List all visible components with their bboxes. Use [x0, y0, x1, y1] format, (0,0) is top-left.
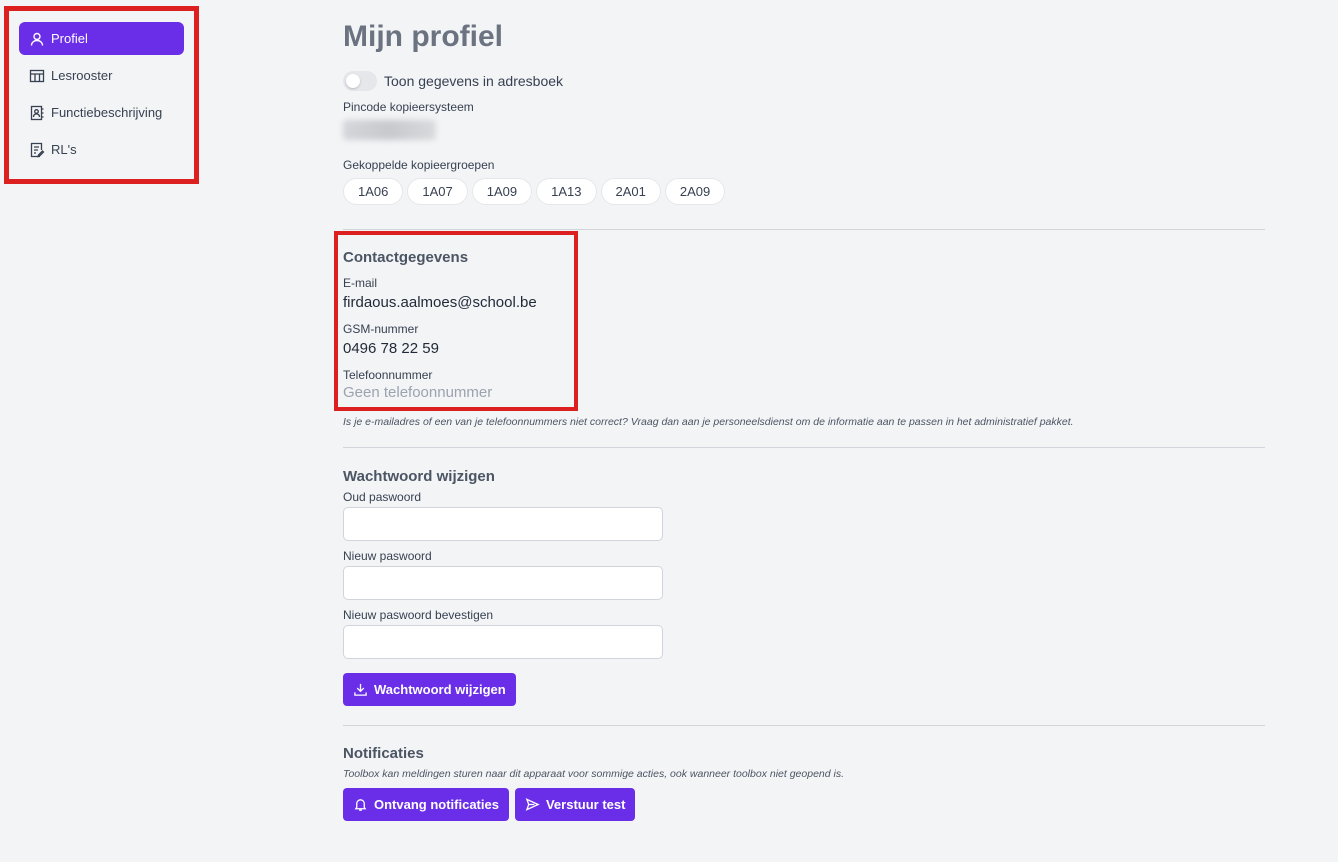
download-icon — [354, 683, 367, 696]
confirm-password-label: Nieuw paswoord bevestigen — [343, 608, 494, 622]
contact-book-icon — [29, 105, 45, 121]
addressbook-toggle-row: Toon gegevens in adresboek — [343, 71, 1265, 91]
new-password-input[interactable] — [343, 566, 663, 600]
divider — [343, 229, 1265, 230]
copy-group-chip: 1A09 — [471, 178, 533, 205]
pin-value-blurred — [343, 120, 436, 140]
table-icon — [29, 68, 45, 84]
copy-groups-label: Gekoppelde kopieergroepen — [343, 158, 495, 172]
notifications-section: Notificaties Toolbox kan meldingen sture… — [343, 745, 1265, 821]
sidebar-item-rls[interactable]: RL's — [19, 133, 184, 166]
divider — [343, 447, 1265, 448]
receive-notifications-label: Ontvang notificaties — [374, 797, 499, 812]
sidebar-item-functiebeschrijving[interactable]: Functiebeschrijving — [19, 96, 184, 129]
addressbook-toggle[interactable] — [343, 71, 377, 91]
copy-group-chip: 1A07 — [407, 178, 468, 205]
pin-label: Pincode kopieersysteem — [343, 100, 474, 114]
send-test-button[interactable]: Verstuur test — [514, 788, 636, 821]
divider — [343, 725, 1265, 726]
contact-highlight-box — [334, 231, 578, 411]
password-title: Wachtwoord wijzigen — [343, 468, 495, 485]
bell-icon — [354, 799, 367, 811]
change-password-label: Wachtwoord wijzigen — [374, 682, 506, 697]
page-title: Mijn profiel — [343, 20, 503, 53]
notifications-actions: Ontvang notificaties Verstuur test — [343, 788, 1265, 821]
notifications-description: Toolbox kan meldingen sturen naar dit ap… — [343, 768, 845, 780]
toggle-knob — [346, 74, 360, 88]
copy-group-chip: 1A06 — [343, 178, 404, 205]
send-icon — [525, 798, 540, 811]
copy-group-chip: 1A13 — [536, 178, 597, 205]
sidebar-item-label: RL's — [51, 142, 77, 157]
profile-main: Mijn profiel Toon gegevens in adresboek … — [334, 20, 1265, 821]
user-icon — [29, 31, 45, 47]
old-password-label: Oud paswoord — [343, 490, 422, 504]
sidebar-item-lesrooster[interactable]: Lesrooster — [19, 59, 184, 92]
sidebar-item-label: Functiebeschrijving — [51, 105, 163, 120]
edit-document-icon — [29, 142, 45, 158]
old-password-input[interactable] — [343, 507, 663, 541]
copy-group-chip: 2A09 — [664, 178, 726, 205]
sidebar-item-label: Profiel — [51, 31, 88, 46]
sidebar: Profiel Lesrooster Functiebeschrijving R… — [4, 6, 199, 184]
confirm-password-input[interactable] — [343, 625, 663, 659]
copy-groups-list: 1A06 1A07 1A09 1A13 2A01 2A09 — [343, 178, 1265, 205]
send-test-label: Verstuur test — [545, 797, 626, 812]
new-password-label: Nieuw paswoord — [343, 549, 432, 563]
password-section: Wachtwoord wijzigen Oud paswoord Nieuw p… — [343, 468, 1265, 706]
notifications-title: Notificaties — [343, 745, 424, 762]
contact-note: Is je e-mailadres of een van je telefoon… — [343, 416, 1074, 428]
sidebar-item-profiel[interactable]: Profiel — [19, 22, 184, 55]
change-password-button[interactable]: Wachtwoord wijzigen — [343, 673, 516, 706]
sidebar-item-label: Lesrooster — [51, 68, 113, 83]
addressbook-toggle-label: Toon gegevens in adresboek — [384, 73, 564, 89]
receive-notifications-button[interactable]: Ontvang notificaties — [343, 788, 509, 821]
copy-group-chip: 2A01 — [600, 178, 661, 205]
